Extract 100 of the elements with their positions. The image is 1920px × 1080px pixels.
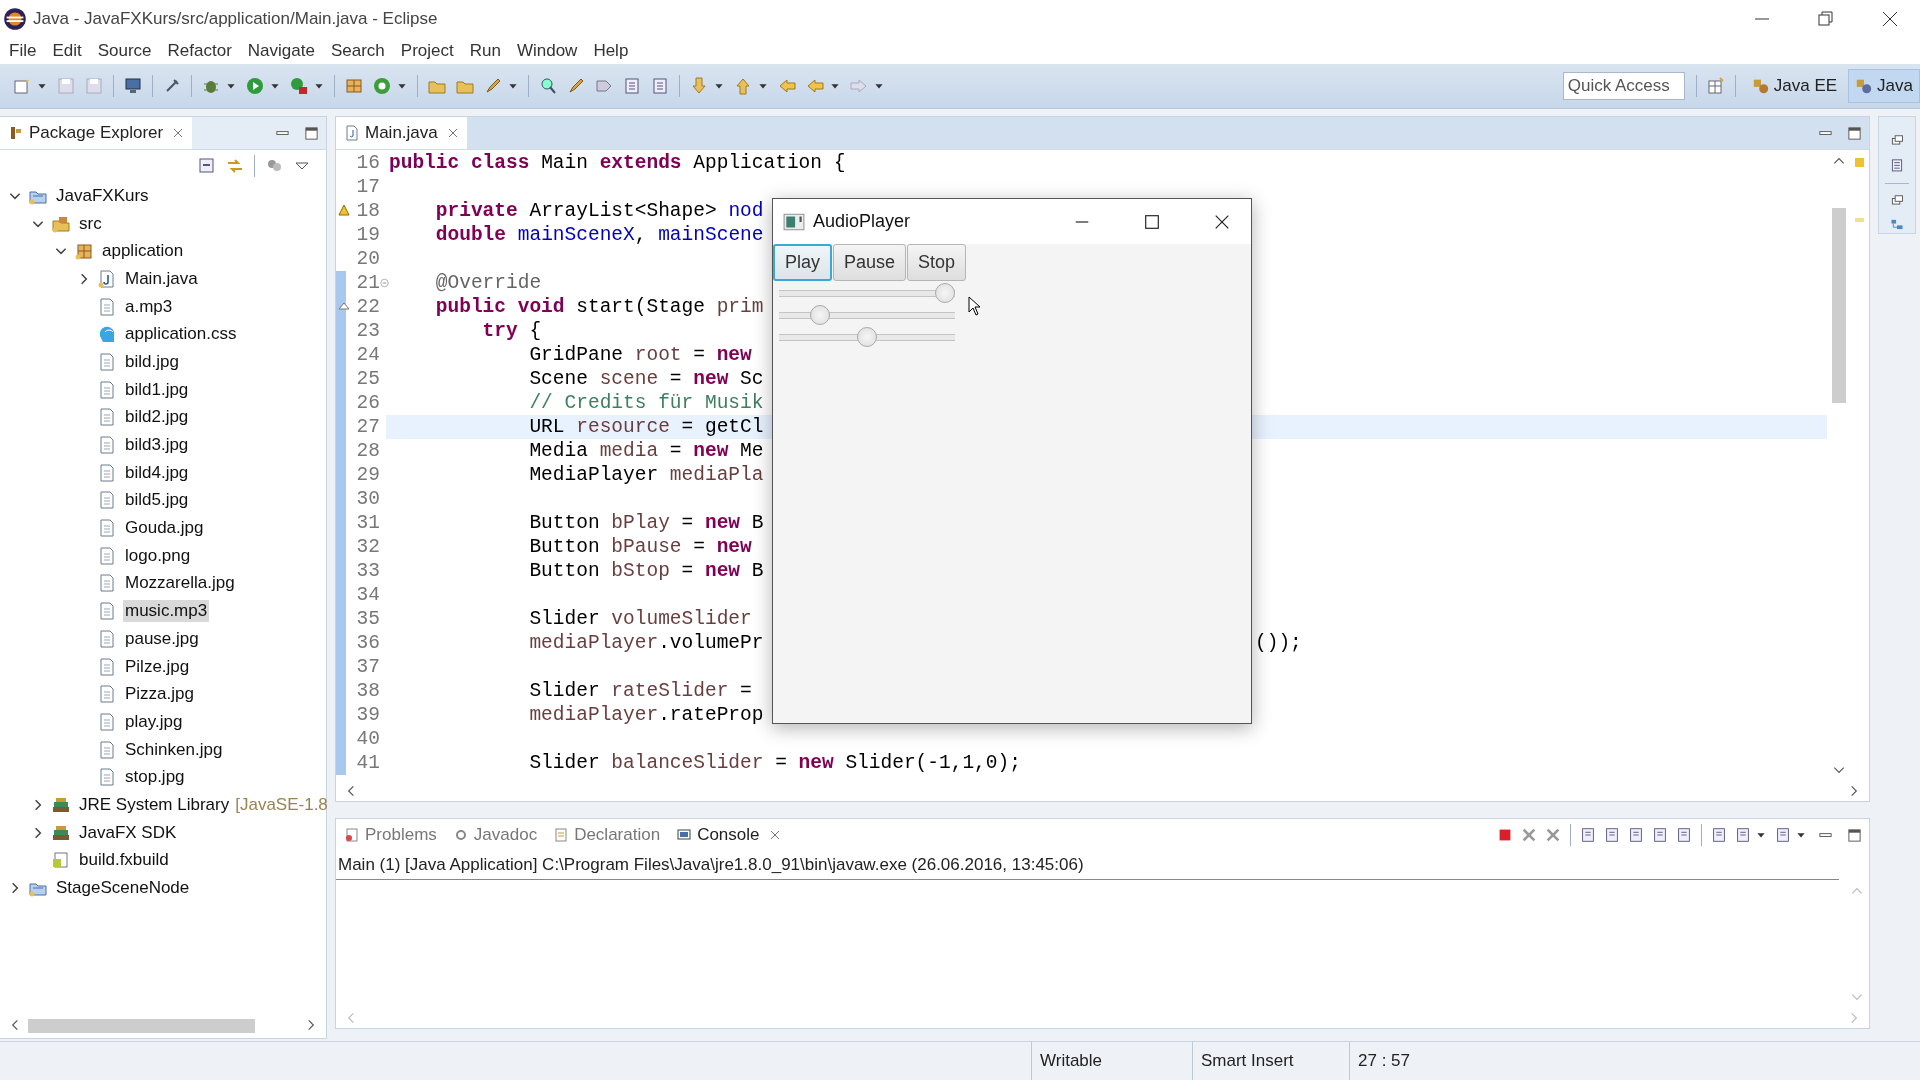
quick-access-field[interactable]: Quick Access: [1562, 72, 1685, 100]
tree-item[interactable]: JavaFX SDK: [77, 821, 179, 844]
run-icon[interactable]: [245, 76, 265, 96]
box-icon[interactable]: [344, 76, 364, 96]
view-tab[interactable]: Declaration: [545, 819, 669, 851]
line-number: 19: [356, 224, 380, 246]
code-line: MediaPlayer mediaPla: [528, 464, 764, 486]
code-line: public class Main extends Application {: [389, 152, 846, 174]
scrollbar-thumb[interactable]: [1832, 208, 1846, 403]
tree-item[interactable]: music.mp3: [123, 600, 210, 623]
tree-item[interactable]: play.jpg: [123, 710, 185, 733]
java-file-icon: [344, 125, 360, 141]
tree-item[interactable]: bild3.jpg: [123, 434, 191, 457]
menu-item[interactable]: File: [8, 38, 46, 63]
menu-item[interactable]: Edit: [51, 38, 91, 63]
tree-item[interactable]: bild1.jpg: [123, 378, 191, 401]
tree-item[interactable]: Pilze.jpg: [123, 655, 192, 678]
tree-item[interactable]: JRE System Library: [77, 793, 232, 816]
remove-icon[interactable]: [1544, 826, 1562, 844]
document-icon[interactable]: [1675, 826, 1693, 844]
tree-item[interactable]: src: [77, 212, 104, 235]
menu-item[interactable]: Navigate: [246, 38, 324, 63]
overview-marker[interactable]: [1855, 218, 1864, 222]
tree-item[interactable]: stop.jpg: [123, 766, 187, 789]
line-number: 27: [356, 416, 380, 438]
slider-thumb[interactable]: [810, 305, 831, 325]
monitor-icon[interactable]: [123, 76, 143, 96]
search-icon[interactable]: [538, 76, 558, 96]
line-number: 32: [356, 536, 380, 558]
line-number: 37: [356, 656, 380, 678]
window-title: Java - JavaFXKurs/src/application/Main.java - Eclipse: [33, 8, 438, 29]
tree-item[interactable]: bild5.jpg: [123, 489, 191, 512]
tree-item[interactable]: Main.java: [123, 267, 200, 290]
line-number: 22: [356, 296, 380, 318]
menu-item[interactable]: Search: [329, 38, 394, 63]
maximize-icon[interactable]: [1847, 827, 1862, 843]
tree-item[interactable]: Schinken.jpg: [123, 738, 225, 761]
line-number: 20: [356, 248, 380, 270]
perspective-button[interactable]: Java EE: [1744, 69, 1845, 103]
menu-item[interactable]: Window: [515, 38, 587, 63]
file-icon: [97, 407, 117, 428]
run-tool-icon[interactable]: [289, 76, 309, 96]
tree-item[interactable]: application: [100, 240, 186, 263]
document-icon[interactable]: [1710, 826, 1728, 844]
overview-marker[interactable]: [1855, 158, 1864, 167]
menu-item[interactable]: Run: [468, 38, 510, 63]
perspective-button[interactable]: Java: [1848, 69, 1920, 103]
file-icon: [97, 711, 117, 732]
file-icon: [97, 490, 117, 511]
line-number: 16: [356, 152, 380, 174]
slider-thumb[interactable]: [935, 283, 955, 303]
menu-item[interactable]: Refactor: [166, 38, 241, 63]
restore-icon[interactable]: [1816, 8, 1836, 29]
code-line: mediaPlayer.rateProp: [528, 704, 764, 726]
scrollbar-thumb[interactable]: [28, 1019, 255, 1033]
menu-item[interactable]: Help: [592, 38, 638, 63]
document-icon[interactable]: [1774, 826, 1792, 844]
view-tab[interactable]: Javadoc: [444, 819, 546, 851]
tree-item[interactable]: Mozzarella.jpg: [123, 572, 237, 595]
tree-item[interactable]: pause.jpg: [123, 627, 201, 650]
tree-item[interactable]: bild4.jpg: [123, 461, 191, 484]
menu-item[interactable]: Source: [96, 38, 161, 63]
tree-item[interactable]: bild2.jpg: [123, 406, 191, 429]
restore-icon[interactable]: [1889, 133, 1905, 148]
file-icon: [97, 739, 117, 760]
editor-tab[interactable]: Main.java: [336, 117, 467, 149]
remove-icon[interactable]: [1520, 826, 1538, 844]
player-button[interactable]: Stop: [907, 244, 967, 281]
maximize-icon[interactable]: [304, 125, 319, 141]
tree-item[interactable]: logo.png: [123, 544, 193, 567]
tree-item[interactable]: JavaFXKurs: [54, 184, 151, 207]
tree-item[interactable]: StageSceneNode: [54, 877, 192, 900]
maximize-icon[interactable]: [1143, 212, 1161, 231]
tree-item[interactable]: Gouda.jpg: [123, 517, 206, 540]
tree-item-decoration: [JavaSE-1.8: [235, 794, 328, 815]
line-number: 24: [356, 344, 380, 366]
document-icon[interactable]: [1603, 826, 1621, 844]
document-icon[interactable]: [1627, 826, 1645, 844]
file-icon: [97, 462, 117, 483]
document-icon[interactable]: [1579, 826, 1597, 844]
view-tab[interactable]: Problems: [336, 819, 445, 851]
tree-item[interactable]: a.mp3: [123, 295, 175, 318]
player-button[interactable]: Pause: [833, 244, 907, 281]
open-perspective-icon[interactable]: [1705, 76, 1726, 96]
player-button[interactable]: Play: [773, 244, 832, 281]
package-explorer-tab[interactable]: Package Explorer: [0, 117, 193, 149]
collapse-all-icon[interactable]: [197, 156, 217, 176]
document-icon[interactable]: [1734, 826, 1752, 844]
file-icon: [97, 351, 117, 372]
maximize-icon[interactable]: [1847, 125, 1862, 141]
document-icon[interactable]: [1651, 826, 1669, 844]
tree-item[interactable]: bild.jpg: [123, 350, 181, 373]
tree-item[interactable]: application.css: [123, 323, 239, 346]
css-file-icon: [97, 324, 117, 345]
slider-thumb[interactable]: [857, 327, 877, 347]
line-number: 31: [356, 512, 380, 534]
tree-item[interactable]: build.fxbuild: [77, 849, 171, 872]
document-icon[interactable]: [1889, 157, 1905, 173]
menu-item[interactable]: Project: [399, 38, 463, 63]
tree-item[interactable]: Pizza.jpg: [123, 683, 196, 706]
